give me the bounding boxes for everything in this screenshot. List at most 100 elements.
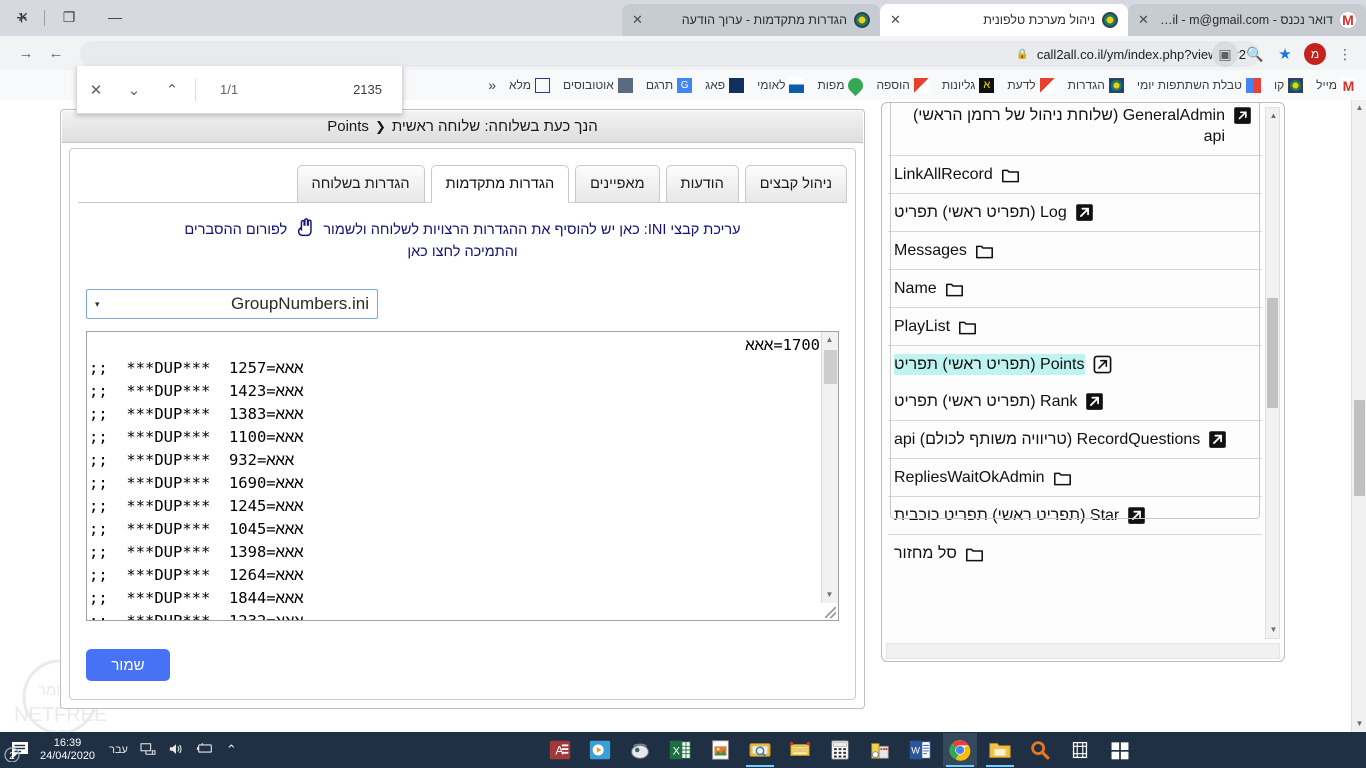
network-icon[interactable] [134,742,162,759]
page-scrollbar-thumb[interactable] [1354,400,1365,496]
close-icon[interactable]: ✕ [1138,12,1149,28]
cast-icon[interactable]: ▣ [1212,41,1238,67]
sheets-grid-icon [1245,77,1261,93]
tab-properties[interactable]: מאפיינים [575,165,660,203]
tree-item-linkallrecord[interactable]: LinkAllRecord [888,156,1262,194]
film-icon[interactable] [1063,733,1097,767]
media-player-icon[interactable] [583,733,617,767]
search-icon[interactable] [1023,733,1057,767]
scroll-down-icon[interactable]: ▼ [1266,622,1281,638]
bookmarks-overflow-button[interactable]: « [484,75,500,95]
battery-icon[interactable] [190,742,220,758]
scroll-up-icon[interactable]: ▲ [1266,108,1281,124]
window-minimize-button[interactable]: — [92,0,138,34]
bookmark-item[interactable]: הגדרות [1064,76,1128,95]
textarea-resize-grip[interactable] [821,603,838,620]
zoom-icon[interactable]: 🔍 [1242,41,1268,67]
scroll-down-icon[interactable]: ▼ [1352,716,1366,732]
fax-icon[interactable] [783,733,817,767]
printer-icon[interactable] [623,733,657,767]
tree-scrollbar-thumb[interactable] [1267,298,1278,408]
chrome-icon[interactable] [942,733,977,767]
bookmark-item[interactable]: מלא [505,76,554,95]
bookmark-item[interactable]: לדעת [1003,76,1058,95]
tab-file-management[interactable]: ניהול קבצים [744,165,847,203]
taskbar-clock[interactable]: 16:39 24/04/2020 [32,737,103,763]
textarea-scrollbar[interactable]: ▲ ▼ [821,332,838,620]
bookmark-label: תרגם [645,78,674,92]
bookmark-item[interactable]: קו [1270,76,1307,95]
bookmark-item[interactable]: טבלת השתתפות יומי [1133,76,1265,95]
bookmark-star-icon[interactable]: ★ [1272,41,1298,67]
tree-item-points[interactable]: Points (תפריט ראשי) תפריט [888,346,1262,383]
photo-viewer-icon[interactable] [703,733,737,767]
bookmark-item[interactable]: פאג [701,76,748,95]
tree-horizontal-scrollbar[interactable] [886,643,1280,659]
windows-start-icon[interactable] [1103,733,1137,767]
back-icon[interactable]: ← [46,44,66,64]
tree-item-replieswaitokadmin[interactable]: RepliesWaitOkAdmin [888,459,1262,497]
bookmark-item[interactable]: מייל [1312,76,1360,95]
tree-item-recordquestions[interactable]: RecordQuestions (טריוויה משותף לכולם) ap… [888,421,1262,459]
volume-icon[interactable] [162,742,190,759]
window-restore-button[interactable]: ❐ [46,0,92,34]
find-total-matches: 2135 [353,82,382,97]
forward-icon[interactable]: → [16,44,36,64]
external-link-icon [1127,506,1146,525]
avatar[interactable]: מ [1302,41,1328,67]
tree-item-rank[interactable]: Rank (תפריט ראשי) תפריט [888,383,1262,421]
browser-menu-icon[interactable]: ⋮ [1332,41,1358,67]
find-divider [195,78,196,101]
word-icon[interactable]: W [903,733,937,767]
browser-tab-phone-system[interactable]: ניהול מערכת טלפונית ✕ [880,4,1128,36]
file-explorer-icon[interactable] [983,733,1017,767]
tab-advanced-settings[interactable]: הגדרות מתקדמות [430,165,570,203]
browser-tab-advanced-settings[interactable]: הגדרות מתקדמות - ערוך הודעה ✕ [622,4,880,36]
new-tab-button[interactable]: + [16,9,27,28]
find-previous-icon[interactable]: ⌃ [153,81,191,99]
tree-item-generaladmin[interactable]: GeneralAdmin (שלוחת ניהול של רחמן הראשי)… [888,103,1262,156]
ini-editor-textarea[interactable]: 1700=אאא ;; ***DUP*** 1257=אאא ;; ***DUP… [86,331,839,621]
bookmark-item[interactable]: הוספה [872,76,932,95]
bookmark-item[interactable]: א גליונות [938,76,999,95]
tree-item-playlist[interactable]: PlayList [888,308,1262,346]
taskbar-tray-left: 2 16:39 24/04/2020 עבר ⌃ [0,737,243,763]
excel-icon[interactable]: X [663,733,697,767]
close-icon[interactable]: ✕ [632,12,643,28]
browser-tab-title: דואר נכנס - Gmail - m@gmail.com [1155,13,1333,27]
scroll-up-icon[interactable]: ▲ [822,332,837,348]
scroll-down-icon[interactable]: ▼ [822,587,837,603]
close-icon[interactable]: ✕ [890,12,901,28]
tree-item-messages[interactable]: Messages [888,232,1262,270]
address-bar[interactable]: call2all.co.il/ym/index.php?view=ivr2 🔒 [80,41,1260,67]
bookmark-item[interactable]: אוטובוסים [559,76,637,95]
show-hidden-icons-chevron[interactable]: ⌃ [220,742,243,758]
find-next-icon[interactable]: ⌄ [115,81,153,99]
scanner-icon[interactable] [743,733,777,767]
accounting-icon[interactable] [863,733,897,767]
tree-item-star[interactable]: Star (תפריט ראשי) תפריט כוכבית [888,497,1262,535]
forum-link[interactable]: לפורום ההסברים [184,222,287,238]
language-indicator[interactable]: עבר [103,744,134,756]
tree-item-recycle-bin[interactable]: סל מחזור [888,535,1262,572]
tab-messages[interactable]: הודעות [665,165,739,203]
tree-item-log[interactable]: Log (תפריט ראשי) תפריט [888,194,1262,232]
access-icon[interactable]: A [543,733,577,767]
calculator-icon[interactable] [823,733,857,767]
browser-tab-gmail[interactable]: דואר נכנס - Gmail - m@gmail.com ✕ [1128,4,1366,36]
ini-file-select[interactable]: GroupNumbers.ini ▾ [86,289,378,319]
tree-item-name[interactable]: Name [888,270,1262,308]
tree-vertical-scrollbar[interactable]: ▲ ▼ [1265,107,1280,639]
bookmark-item[interactable]: G תרגם [642,76,696,95]
find-close-icon[interactable]: ✕ [77,81,115,99]
textarea-scrollbar-thumb[interactable] [824,350,837,384]
action-center-icon[interactable]: 2 [4,738,32,763]
bookmark-item[interactable]: לאומי [753,76,808,95]
scroll-up-icon[interactable]: ▲ [1352,100,1366,116]
tab-extension-settings[interactable]: הגדרות בשלוחה [296,165,425,203]
support-link[interactable]: והתמיכה לחצו כאן [407,244,517,260]
browser-tab-title: הגדרות מתקדמות - ערוך הודעה [681,13,847,27]
bookmark-item[interactable]: מפות [813,74,867,96]
save-button[interactable]: שמור [86,649,170,681]
page-vertical-scrollbar[interactable]: ▲ ▼ [1351,100,1366,732]
